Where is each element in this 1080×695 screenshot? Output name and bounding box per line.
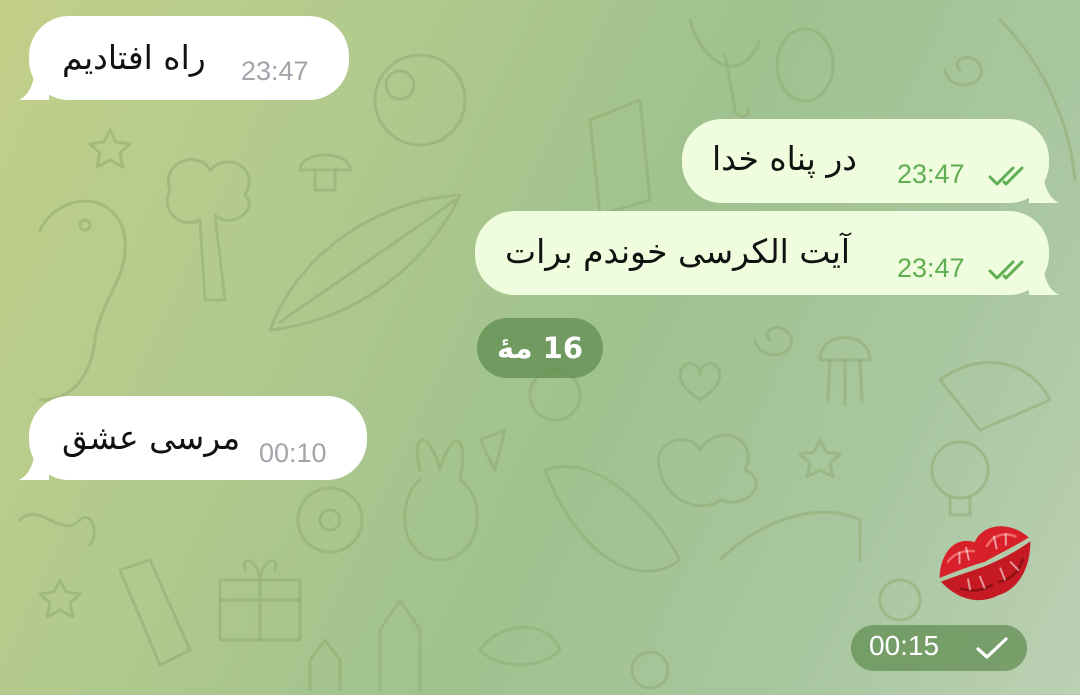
message-text: آیت الکرسی خوندم برات (505, 232, 851, 271)
message-time: 00:10 (259, 438, 327, 468)
double-check-icon (988, 166, 1024, 186)
message-text: در پناه خدا (712, 139, 857, 178)
bubble-tail (19, 450, 49, 480)
sticker-time-badge: 00:15 (851, 625, 1027, 671)
message-bubble-outgoing[interactable]: در پناه خدا 23:47 (682, 119, 1059, 203)
bubble-tail (19, 70, 49, 100)
date-separator: 16 مهٔ (477, 318, 603, 378)
message-time: 23:47 (897, 159, 965, 189)
message-time: 23:47 (241, 56, 309, 86)
message-time: 23:47 (897, 253, 965, 283)
message-time: 00:15 (869, 630, 940, 661)
kiss-lips-sticker[interactable] (930, 514, 1038, 606)
double-check-icon (988, 260, 1024, 280)
message-text: راه افتادیم (62, 38, 206, 77)
single-check-icon (976, 637, 1008, 659)
message-text: مرسی عشق (62, 418, 241, 457)
bubble-tail (1029, 265, 1059, 295)
message-bubble-incoming[interactable]: راه افتادیم 23:47 (19, 16, 349, 100)
message-bubble-outgoing[interactable]: آیت الکرسی خوندم برات 23:47 (475, 211, 1059, 295)
bubble-tail (1029, 173, 1059, 203)
message-bubble-incoming[interactable]: مرسی عشق 00:10 (19, 396, 367, 480)
